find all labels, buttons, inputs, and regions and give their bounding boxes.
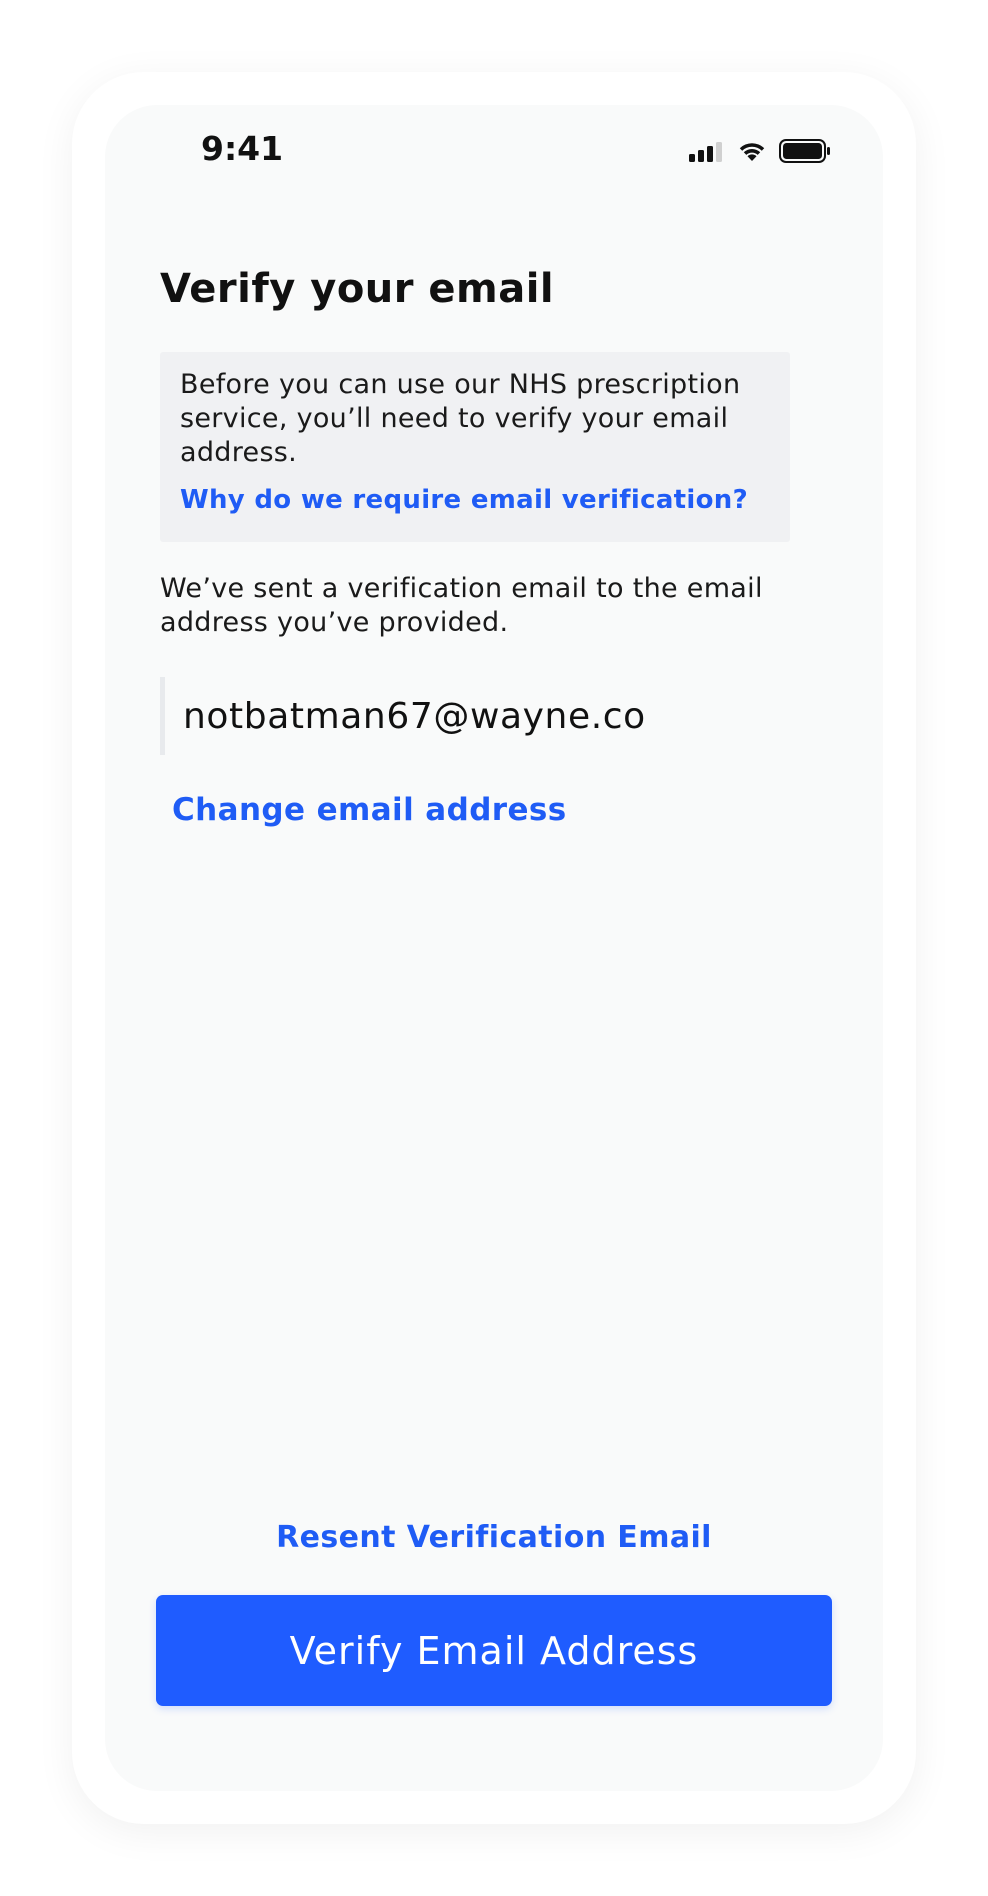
status-time: 9:41: [201, 129, 284, 168]
status-icons: [689, 139, 831, 163]
cellular-signal-icon: [689, 140, 725, 162]
info-text: Before you can use our NHS prescription …: [180, 369, 741, 468]
page-title: Verify your email: [160, 266, 555, 312]
verify-email-button[interactable]: Verify Email Address: [156, 1595, 832, 1706]
app-screen: 9:41 Verify your email Before you can us…: [105, 105, 883, 1791]
sent-message: We’ve sent a verification email to the e…: [160, 573, 763, 638]
wifi-icon: [737, 140, 767, 162]
battery-icon: [779, 139, 831, 163]
info-box: Before you can use our NHS prescription …: [160, 352, 790, 542]
email-address-value: notbatman67@wayne.co: [183, 695, 646, 737]
why-verification-link[interactable]: Why do we require email verification?: [180, 485, 770, 515]
email-block: notbatman67@wayne.co: [160, 677, 820, 755]
change-email-link[interactable]: Change email address: [172, 792, 567, 828]
resend-verification-link[interactable]: Resent Verification Email: [105, 1520, 883, 1555]
